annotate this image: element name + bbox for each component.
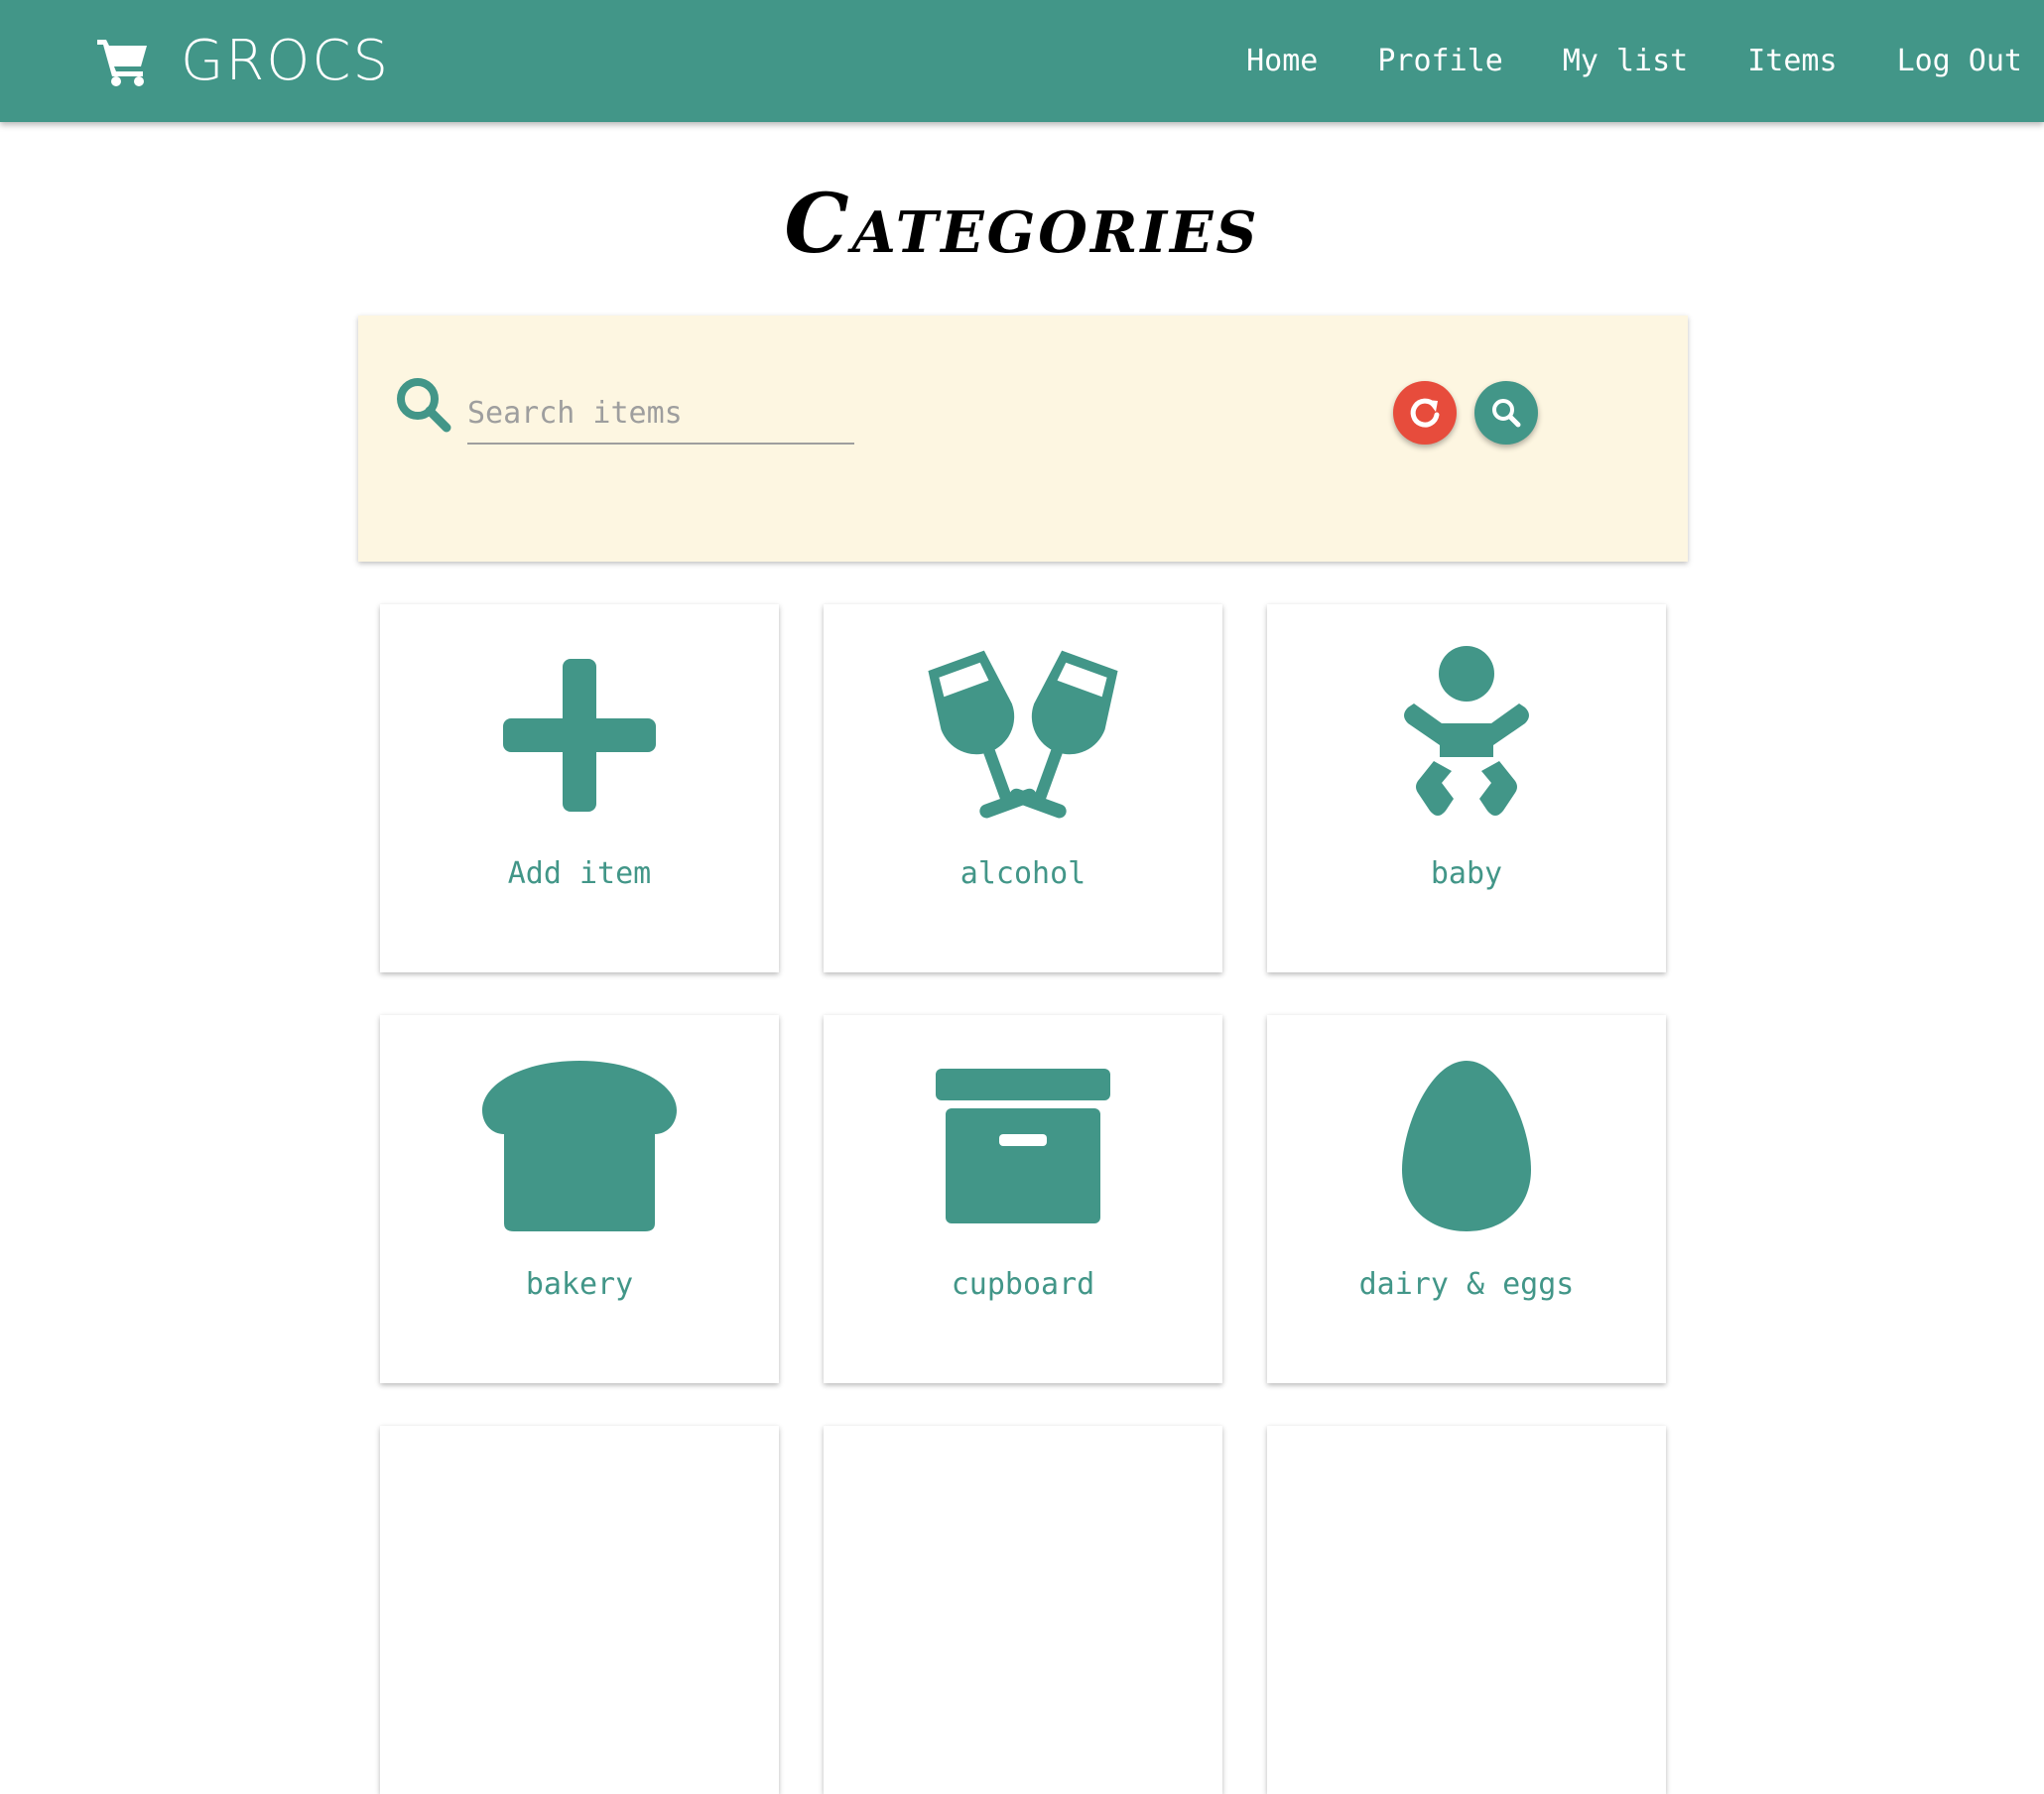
category-label: dairy & eggs	[1358, 1267, 1575, 1302]
wine-glasses-icon	[824, 646, 1222, 825]
category-card-partial[interactable]	[380, 1426, 779, 1794]
reset-search-button[interactable]	[1393, 381, 1457, 445]
brand-name: GROCS	[181, 29, 391, 93]
nav-link-home[interactable]: Home	[1246, 44, 1318, 78]
search-icon	[1489, 396, 1523, 430]
refresh-icon	[1408, 396, 1442, 430]
nav-link-items[interactable]: Items	[1747, 44, 1837, 78]
category-label: Add item	[507, 856, 652, 891]
category-card-dairy-eggs[interactable]: dairy & eggs	[1267, 1015, 1666, 1383]
category-label: cupboard	[951, 1267, 1095, 1302]
category-card-add-item[interactable]: Add item	[380, 604, 779, 972]
bread-icon	[380, 1057, 779, 1235]
nav-link-profile[interactable]: Profile	[1377, 44, 1502, 78]
box-icon	[824, 1057, 1222, 1235]
category-label: alcohol	[959, 856, 1086, 891]
brand-logo-link[interactable]: GROCS	[95, 0, 390, 122]
search-input[interactable]	[467, 383, 854, 445]
egg-icon	[1267, 1057, 1666, 1235]
nav-link-my-list[interactable]: My list	[1563, 44, 1688, 78]
shopping-cart-icon	[95, 36, 151, 87]
baby-icon	[1267, 646, 1666, 825]
category-card-bakery[interactable]: bakery	[380, 1015, 779, 1383]
magnifier-icon	[392, 373, 453, 435]
search-button[interactable]	[1474, 381, 1538, 445]
category-card-baby[interactable]: baby	[1267, 604, 1666, 972]
category-card-alcohol[interactable]: alcohol	[824, 604, 1222, 972]
category-label: bakery	[525, 1267, 634, 1302]
category-card-partial[interactable]	[1267, 1426, 1666, 1794]
main-nav: Home Profile My list Items Log Out	[1246, 0, 2022, 122]
page-title: Categories	[784, 177, 1260, 272]
category-label: baby	[1430, 856, 1503, 891]
nav-link-log-out[interactable]: Log Out	[1897, 44, 2022, 78]
plus-icon	[380, 646, 779, 825]
top-navbar: GROCS Home Profile My list Items Log Out	[0, 0, 2044, 122]
category-card-partial[interactable]	[824, 1426, 1222, 1794]
category-card-cupboard[interactable]: cupboard	[824, 1015, 1222, 1383]
search-panel	[358, 316, 1688, 562]
